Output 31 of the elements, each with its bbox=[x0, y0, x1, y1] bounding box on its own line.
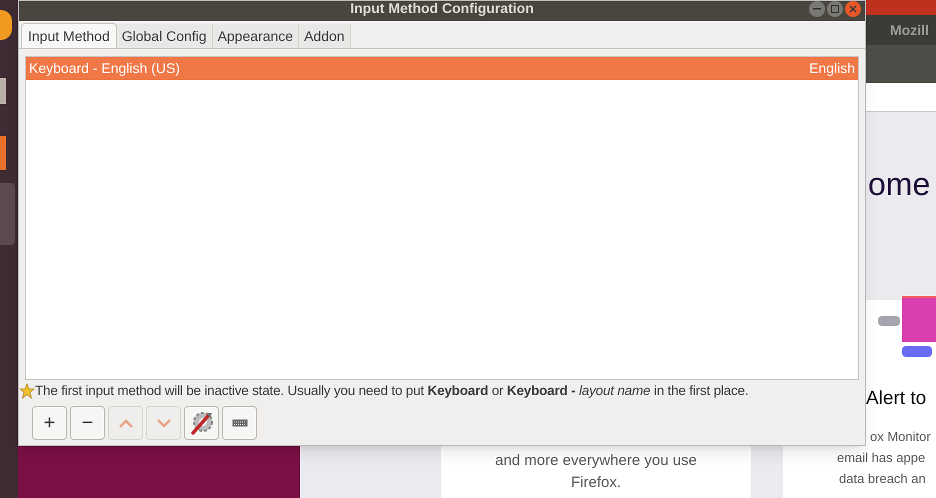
keyboard-button[interactable] bbox=[222, 406, 257, 440]
card-text-line: data breach an bbox=[838, 470, 927, 488]
tab[interactable]: Addon bbox=[299, 24, 351, 48]
window-title: Input Method Configuration bbox=[350, 1, 534, 15]
close-icon bbox=[849, 5, 857, 13]
chevron-up-icon bbox=[118, 418, 132, 428]
keyboard-icon bbox=[232, 419, 248, 427]
hint-text: The first input method will be inactive state. Usually you need to put Keyboard or Keyboard - layout name in the first place. bbox=[35, 382, 748, 400]
card-text-line: ox Monitor bbox=[869, 428, 931, 446]
configure-button[interactable] bbox=[184, 406, 219, 440]
input-method-name: Keyboard - English (US) bbox=[29, 59, 180, 78]
browser-tab-title[interactable]: Mozill bbox=[890, 20, 929, 40]
card-title: Alert to bbox=[866, 388, 926, 410]
remove-button[interactable]: − bbox=[70, 406, 105, 440]
tab[interactable]: Input Method bbox=[21, 23, 117, 48]
gear-wrench-icon bbox=[188, 410, 214, 436]
maximize-button[interactable] bbox=[827, 1, 843, 17]
close-button[interactable] bbox=[845, 1, 861, 17]
maximize-icon bbox=[831, 5, 839, 13]
input-method-language: English bbox=[809, 59, 855, 78]
card-text-line: Firefox. bbox=[570, 473, 621, 493]
minimize-icon bbox=[813, 8, 821, 10]
card-text-line: and more everywhere you use bbox=[495, 451, 697, 471]
star-icon bbox=[19, 383, 35, 399]
chevron-down-icon bbox=[156, 418, 170, 428]
tab[interactable]: Global Config bbox=[116, 24, 213, 48]
tab[interactable]: Appearance bbox=[212, 24, 300, 48]
add-button[interactable]: + bbox=[32, 406, 67, 440]
minimize-button[interactable] bbox=[809, 1, 825, 17]
card-text-line: email has appe bbox=[837, 449, 926, 467]
page-heading: ome bbox=[868, 166, 930, 202]
